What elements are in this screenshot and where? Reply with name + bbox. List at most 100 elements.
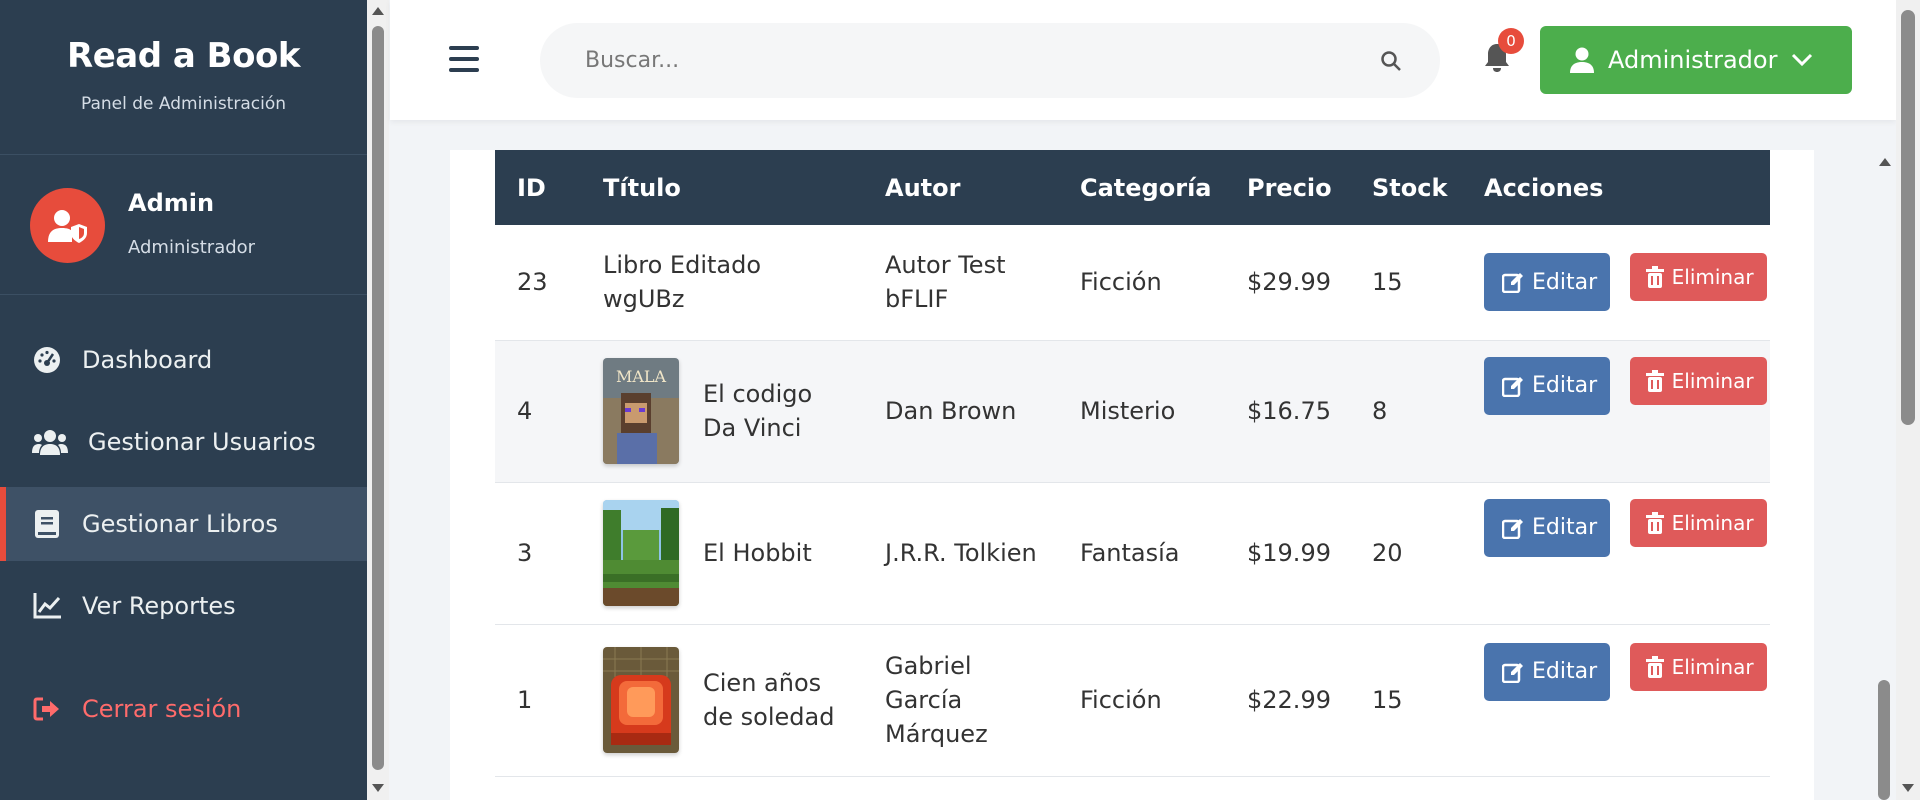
sidebar-item-users[interactable]: Gestionar Usuarios <box>0 405 367 479</box>
edit-label: Editar <box>1532 515 1598 540</box>
edit-button[interactable]: Editar <box>1484 498 1610 557</box>
book-cover-image <box>603 500 679 606</box>
menu-toggle-icon[interactable] <box>449 46 479 72</box>
edit-button[interactable]: Editar <box>1484 642 1610 701</box>
title-line: Da Vinci <box>703 414 802 442</box>
sidebar-item-dashboard[interactable]: Dashboard <box>0 323 367 397</box>
trash-icon <box>1645 369 1664 392</box>
cell-author: J.R.R. Tolkien <box>863 482 1058 625</box>
profile-role: Administrador <box>128 237 256 258</box>
cell-actions: Editar Eliminar <box>1462 225 1770 341</box>
edit-icon <box>1502 518 1523 539</box>
cell-price: $19.99 <box>1225 482 1350 625</box>
brand-subtitle: Panel de Administración <box>81 94 286 114</box>
column-header-category[interactable]: Categoría <box>1058 150 1225 225</box>
cell-price: $29.99 <box>1225 225 1350 341</box>
search-input[interactable] <box>540 23 1440 98</box>
users-icon <box>30 425 70 459</box>
profile-name: Admin <box>128 189 215 217</box>
cell-title: Cien años de soledad <box>581 624 863 777</box>
column-header-author[interactable]: Autor <box>863 150 1058 225</box>
delete-button[interactable]: Eliminar <box>1629 642 1767 691</box>
cell-id: 1 <box>495 624 581 777</box>
title-line: El codigo <box>703 380 813 408</box>
sidebar-item-label: Gestionar Usuarios <box>88 428 316 456</box>
content-scrollbar[interactable] <box>1874 150 1894 800</box>
delete-button[interactable]: Eliminar <box>1629 253 1767 302</box>
title-line: Libro Editado <box>603 251 762 280</box>
cell-stock: 15 <box>1350 225 1462 341</box>
column-header-id[interactable]: ID <box>495 150 581 225</box>
cell-category: Fantasía <box>1058 482 1225 625</box>
logout-link[interactable]: Cerrar sesión <box>30 692 241 726</box>
chart-icon <box>30 589 64 623</box>
edit-icon <box>1502 662 1523 683</box>
cell-author: Gabriel García Márquez <box>863 624 1058 777</box>
top-header: 0 Administrador <box>390 0 1896 120</box>
logout-label: Cerrar sesión <box>82 695 242 723</box>
avatar <box>30 188 105 263</box>
edit-icon <box>1502 273 1523 294</box>
cell-title: El Hobbit <box>581 482 863 625</box>
scrollbar-thumb[interactable] <box>1901 10 1915 425</box>
column-header-price[interactable]: Precio <box>1225 150 1350 225</box>
delete-button[interactable]: Eliminar <box>1629 498 1767 547</box>
sidebar-scrollbar[interactable] <box>367 0 389 800</box>
dashboard-icon <box>30 343 64 377</box>
scroll-down-arrow-icon[interactable] <box>1902 784 1914 792</box>
author-line: Gabriel <box>885 652 972 680</box>
cell-id: 3 <box>495 482 581 625</box>
cell-author: Autor Test bFLIF <box>863 225 1058 341</box>
table-row: 4 MALA El codigo Da Vinci Dan Brown Mist… <box>495 340 1770 483</box>
scrollbar-thumb[interactable] <box>372 26 384 770</box>
scrollbar-thumb[interactable] <box>1878 680 1890 800</box>
brand: Read a Book Panel de Administración <box>0 0 367 155</box>
cell-author: Dan Brown <box>863 340 1058 483</box>
title-line: El Hobbit <box>703 539 812 567</box>
search-icon[interactable] <box>1380 50 1402 72</box>
user-shield-icon <box>47 209 87 243</box>
table-row: 3 El Hobbit J.R.R. Tolkien Fantasía $19.… <box>495 482 1770 625</box>
scroll-up-arrow-icon[interactable] <box>372 7 384 15</box>
cell-actions: Editar Eliminar <box>1462 340 1770 483</box>
cell-price: $22.99 <box>1225 624 1350 777</box>
cell-price: $16.75 <box>1225 340 1350 483</box>
page-scrollbar[interactable] <box>1896 0 1920 800</box>
edit-icon <box>1502 376 1523 397</box>
search-box <box>540 23 1440 98</box>
user-menu-button[interactable]: Administrador <box>1540 26 1852 94</box>
cell-category: Ficción <box>1058 225 1225 341</box>
author-line: bFLIF <box>885 285 949 314</box>
scroll-up-arrow-icon[interactable] <box>1879 158 1891 166</box>
cell-id: 23 <box>495 225 581 341</box>
books-table: ID Título Autor Categoría Precio Stock A… <box>495 150 1770 777</box>
edit-label: Editar <box>1532 269 1598 295</box>
column-header-actions: Acciones <box>1484 173 1604 202</box>
user-icon <box>1570 47 1594 73</box>
cell-stock: 20 <box>1350 482 1462 625</box>
book-cover-image <box>603 647 679 753</box>
scroll-down-arrow-icon[interactable] <box>372 784 384 792</box>
title-line: Cien años <box>703 669 822 697</box>
sidebar-item-books[interactable]: Gestionar Libros <box>0 487 367 561</box>
sidebar-item-reports[interactable]: Ver Reportes <box>0 569 367 643</box>
cell-stock: 8 <box>1350 340 1462 483</box>
cell-category: Misterio <box>1058 340 1225 483</box>
trash-icon <box>1645 266 1664 289</box>
user-menu-label: Administrador <box>1608 46 1778 74</box>
delete-button[interactable]: Eliminar <box>1629 356 1767 405</box>
cell-actions: Editar Eliminar <box>1462 482 1770 625</box>
table-row: 23 Libro Editado wgUBz Autor Test bFLIF … <box>495 225 1770 341</box>
sidebar-item-label: Dashboard <box>82 346 213 374</box>
column-header-title[interactable]: Título <box>581 150 863 225</box>
delete-label: Eliminar <box>1671 368 1754 393</box>
author-line: Márquez <box>885 720 988 748</box>
edit-button[interactable]: Editar <box>1484 356 1610 415</box>
profile-card: Admin Administrador <box>0 155 367 295</box>
cell-id: 4 <box>495 340 581 483</box>
edit-button[interactable]: Editar <box>1484 253 1610 312</box>
table-header-row: ID Título Autor Categoría Precio Stock A… <box>495 150 1770 225</box>
column-header-stock[interactable]: Stock <box>1350 150 1462 225</box>
author-line: Autor Test <box>885 251 1006 280</box>
cell-category: Ficción <box>1058 624 1225 777</box>
